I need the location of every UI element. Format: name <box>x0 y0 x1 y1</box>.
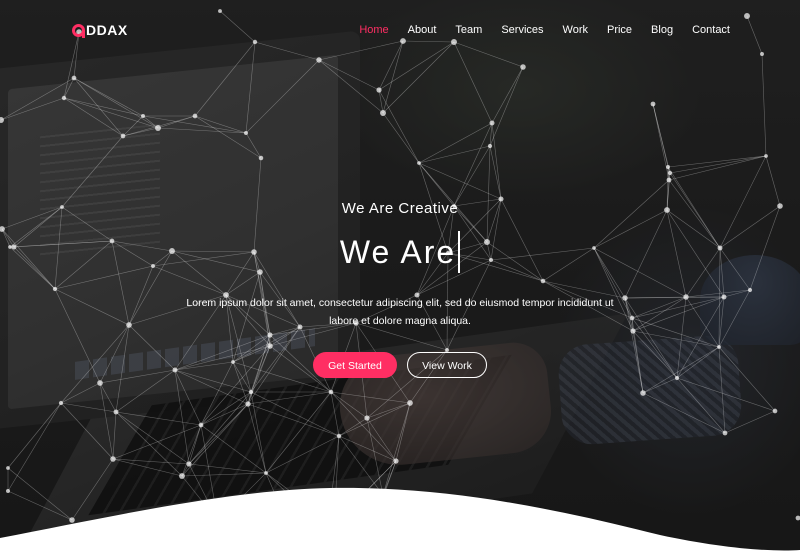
hero-headline: We Are <box>339 230 461 274</box>
main-nav: Home About Team Services Work Price Blog… <box>340 24 730 36</box>
hero-content: We Are Creative We Are Lorem ipsum dolor… <box>0 200 800 378</box>
nav-item-services[interactable]: Services <box>501 24 543 36</box>
hero-section: DDAX Home About Team Services Work Price… <box>0 0 800 560</box>
get-started-button[interactable]: Get Started <box>313 352 397 378</box>
nav-item-price[interactable]: Price <box>607 24 632 36</box>
nav-item-team[interactable]: Team <box>455 24 482 36</box>
nav-item-work[interactable]: Work <box>563 24 588 36</box>
hero-description: Lorem ipsum dolor sit amet, consectetur … <box>186 297 614 327</box>
nav-item-about[interactable]: About <box>408 24 437 36</box>
logo[interactable]: DDAX <box>72 22 128 38</box>
logo-text: DDAX <box>86 22 128 38</box>
nav-item-contact[interactable]: Contact <box>692 24 730 36</box>
typing-cursor <box>458 231 461 273</box>
logo-mark-icon <box>72 23 85 38</box>
navbar: DDAX Home About Team Services Work Price… <box>0 0 800 60</box>
nav-item-blog[interactable]: Blog <box>651 24 673 36</box>
hero-buttons: Get Started View Work <box>0 352 800 378</box>
typed-headline-text: We Are <box>339 233 457 270</box>
hero-subtitle: We Are Creative <box>341 200 459 217</box>
view-work-button[interactable]: View Work <box>407 352 487 378</box>
nav-item-home[interactable]: Home <box>359 24 388 36</box>
